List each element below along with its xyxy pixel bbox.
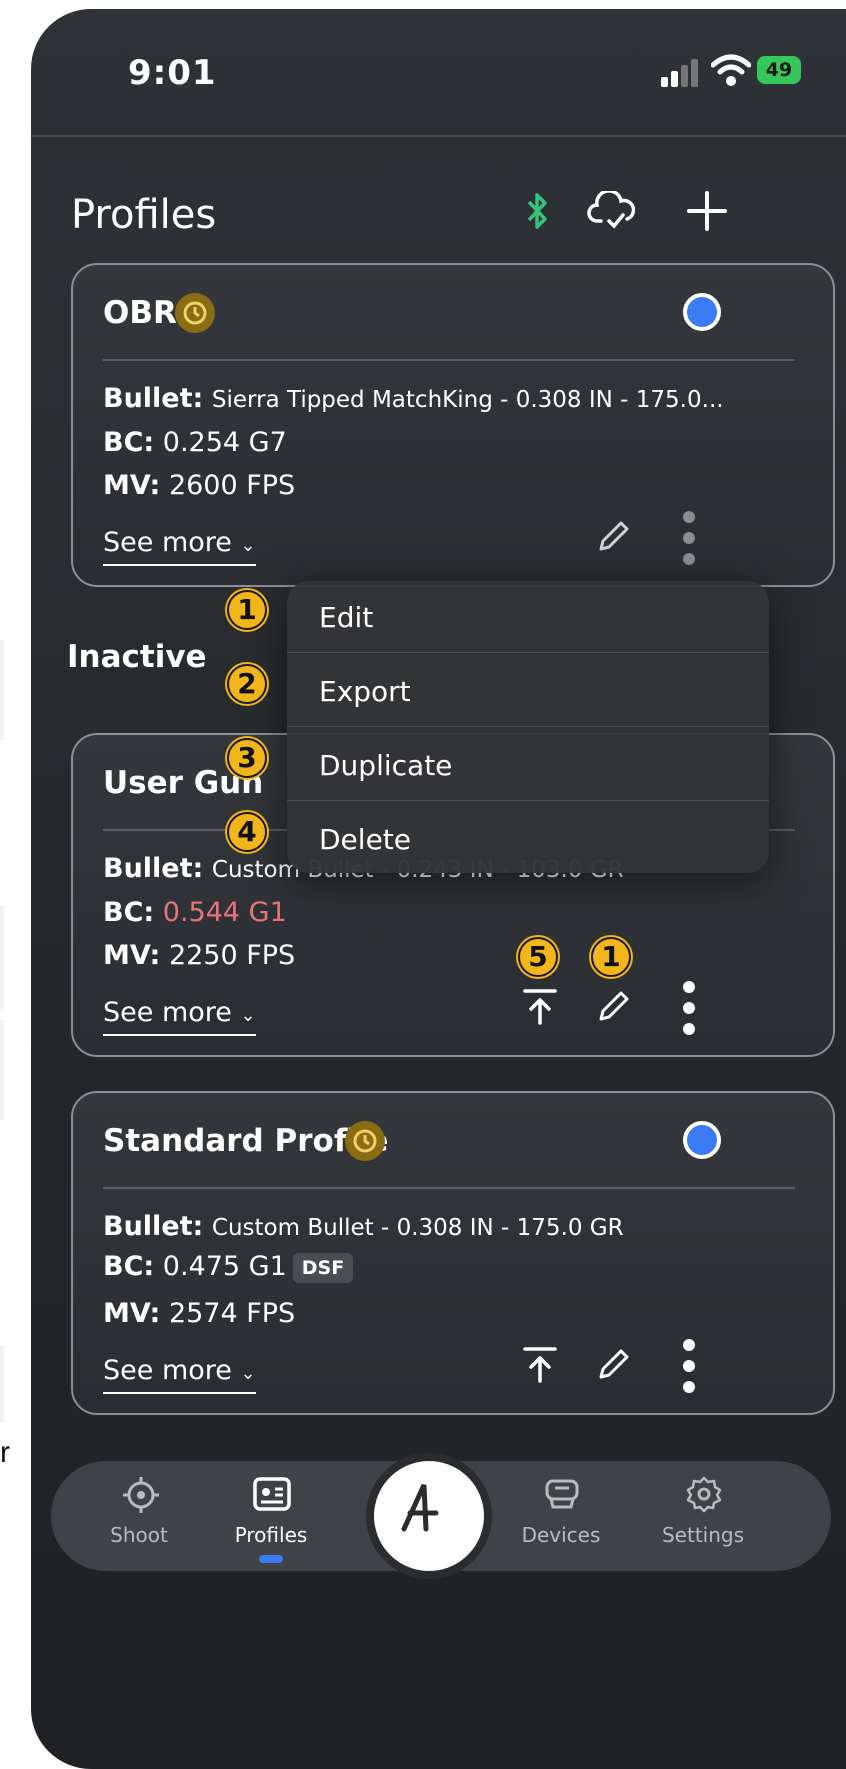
background-fragment	[0, 640, 4, 740]
bc-row: BC: 0.254 G7	[103, 427, 287, 458]
menu-item-duplicate[interactable]: Duplicate	[319, 749, 452, 782]
see-more-link[interactable]: See more ⌄	[103, 1355, 256, 1394]
annotation-badge-1: 1	[227, 590, 267, 630]
menu-item-edit[interactable]: Edit	[319, 601, 373, 634]
bottom-tab-bar: Shoot Profiles Devices Settings	[51, 1453, 831, 1579]
more-options-icon[interactable]	[683, 511, 697, 574]
dsf-tag: DSF	[292, 1252, 354, 1283]
annotation-badge-4: 4	[227, 812, 267, 852]
tab-label: Profiles	[234, 1523, 308, 1547]
sync-pending-icon	[175, 293, 215, 333]
background-fragment	[0, 1020, 4, 1120]
profile-card-icon	[253, 1477, 291, 1511]
active-tab-indicator	[259, 1555, 283, 1563]
background-fragment	[0, 905, 4, 1010]
gear-icon	[686, 1476, 722, 1513]
menu-separator	[287, 726, 769, 727]
profile-card-obr[interactable]: OBR Bullet: Sierra Tipped MatchKing - 0.…	[71, 263, 835, 587]
menu-item-export[interactable]: Export	[319, 675, 411, 708]
see-more-link[interactable]: See more ⌄	[103, 527, 256, 566]
background-fragment	[0, 1345, 4, 1423]
tab-label: Shoot	[110, 1523, 168, 1547]
annotation-badge-3: 3	[227, 738, 267, 778]
context-menu: Edit Export Duplicate Delete	[287, 581, 769, 873]
edit-pencil-icon[interactable]	[593, 517, 633, 557]
more-options-icon[interactable]	[683, 1339, 697, 1402]
bullet-row: Bullet: Sierra Tipped MatchKing - 0.308 …	[103, 383, 724, 414]
center-action-button[interactable]	[366, 1453, 492, 1579]
annotation-badge-edit: 1	[591, 937, 631, 977]
active-profile-radio[interactable]	[683, 293, 721, 331]
mv-row: MV: 2250 FPS	[103, 940, 296, 971]
devices-icon	[545, 1479, 579, 1509]
phone-screen: 9:01 49 Profiles OBR Bullet: Sierra Tipp…	[31, 9, 846, 1769]
status-divider	[31, 135, 846, 137]
mv-row: MV: 2600 FPS	[103, 470, 296, 501]
sync-pending-icon	[345, 1121, 385, 1161]
active-profile-radio[interactable]	[683, 1121, 721, 1159]
bc-row: BC: 0.475 G1 DSF	[103, 1251, 354, 1283]
page-title: Profiles	[71, 192, 217, 238]
signal-icon	[661, 57, 705, 87]
export-upload-icon[interactable]	[521, 1345, 559, 1385]
crosshair-icon	[123, 1477, 159, 1513]
annotation-badge-2: 2	[227, 664, 267, 704]
bullet-row: Bullet: Custom Bullet - 0.308 IN - 175.0…	[103, 1211, 624, 1242]
tab-label: Settings	[661, 1523, 745, 1547]
profile-card-standard[interactable]: Standard Profile Bullet: Custom Bullet -…	[71, 1091, 835, 1415]
more-options-icon[interactable]	[683, 981, 697, 1044]
menu-separator	[287, 800, 769, 801]
cloud-sync-icon[interactable]	[587, 191, 635, 231]
bluetooth-icon[interactable]	[525, 191, 551, 231]
section-inactive-label: Inactive	[67, 639, 207, 675]
tab-label: Devices	[521, 1523, 601, 1547]
card-divider	[103, 359, 795, 361]
bc-row: BC: 0.544 G1	[103, 897, 287, 928]
profile-name: OBR	[103, 295, 177, 331]
brand-logo-icon	[401, 1483, 439, 1532]
status-time: 9:01	[128, 53, 217, 93]
menu-separator	[287, 652, 769, 653]
see-more-link[interactable]: See more ⌄	[103, 997, 256, 1036]
background-text-fragment: r	[0, 1436, 10, 1469]
add-profile-button[interactable]	[687, 191, 727, 231]
export-upload-icon[interactable]	[521, 987, 559, 1027]
menu-item-delete[interactable]: Delete	[319, 823, 411, 856]
mv-row: MV: 2574 FPS	[103, 1298, 296, 1329]
edit-pencil-icon[interactable]	[593, 987, 633, 1027]
annotation-badge-export: 5	[518, 937, 558, 977]
wifi-icon	[711, 54, 751, 86]
card-divider	[103, 1187, 795, 1189]
battery-indicator: 49	[757, 56, 801, 84]
edit-pencil-icon[interactable]	[593, 1345, 633, 1385]
